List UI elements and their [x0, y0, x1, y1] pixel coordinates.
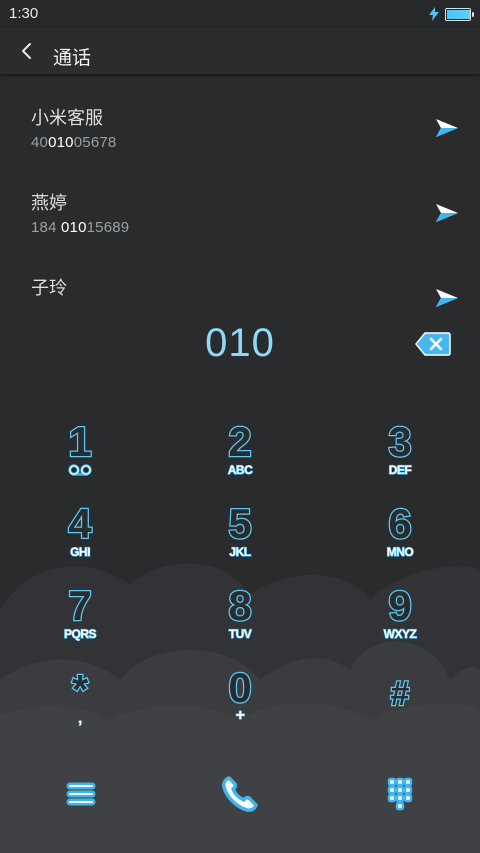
key-4[interactable]: 4 GHI — [0, 500, 160, 584]
key-digit: 1 — [67, 418, 93, 465]
contact-name: 子玲 — [31, 278, 67, 299]
key-letters: WXYZ — [383, 626, 417, 641]
key-digit: 4 — [67, 500, 93, 547]
contact-item-0[interactable]: 小米客服 4001005678 — [0, 95, 480, 165]
bolt-icon — [429, 7, 439, 21]
key-letters: TUV — [228, 626, 252, 641]
key-letters: JKL — [229, 544, 252, 559]
key-letters: DEF — [388, 462, 412, 477]
key-letters: MNO — [386, 544, 414, 559]
contact-item-1[interactable]: 燕婷 184 01015689 — [0, 180, 480, 250]
battery-level — [447, 9, 470, 19]
contact-name: 燕婷 — [31, 193, 67, 214]
key-5[interactable]: 5 JKL — [160, 500, 320, 584]
key-digit: 0 — [227, 664, 253, 711]
send-icon[interactable] — [434, 115, 460, 141]
send-icon[interactable] — [434, 285, 460, 310]
contact-item-2[interactable]: 子玲 — [0, 265, 480, 310]
chevron-left-icon[interactable] — [18, 42, 36, 60]
key-6[interactable]: 6 MNO — [320, 500, 480, 584]
key-digit: 9 — [387, 582, 413, 629]
key-digit: * — [71, 666, 90, 713]
contact-suggestions: 小米客服 4001005678 燕婷 184 01015689 子玲 — [0, 95, 480, 310]
key-digit: 3 — [387, 418, 413, 465]
phone-icon[interactable] — [220, 774, 260, 814]
key-digit: # — [389, 674, 410, 715]
status-icons — [429, 6, 474, 22]
contact-number: 184 01015689 — [31, 219, 130, 236]
key-digit: 2 — [227, 418, 253, 465]
key-9[interactable]: 9 WXYZ — [320, 582, 480, 666]
key-2[interactable]: 2 ABC — [160, 418, 320, 502]
key-letters: ABC — [227, 462, 253, 477]
battery-icon — [445, 7, 474, 21]
key-digit: 6 — [387, 500, 413, 547]
app-header: 通话 — [0, 28, 480, 74]
page-title: 通话 — [53, 47, 92, 69]
backspace-icon[interactable] — [415, 331, 451, 357]
voicemail-icon — [68, 464, 92, 476]
contact-number: 4001005678 — [31, 134, 117, 151]
key-star[interactable]: * , — [0, 666, 160, 748]
key-0[interactable]: 0 + — [160, 664, 320, 748]
key-letters: GHI — [69, 544, 91, 559]
key-letters: , — [78, 710, 83, 726]
key-1[interactable]: 1 — [0, 418, 160, 502]
dialer-screen: 1:30 通话 小米客服 4001005678 燕婷 1 8 4 01015689 … — [0, 0, 480, 853]
key-3[interactable]: 3 DEF — [320, 418, 480, 502]
menu-icon[interactable] — [61, 776, 101, 812]
key-8[interactable]: 8 TUV — [160, 582, 320, 666]
key-hash[interactable]: # — [320, 666, 480, 748]
key-digit: 7 — [67, 582, 93, 629]
key-digit: 5 — [227, 500, 253, 547]
dial-number-display[interactable]: 010 — [0, 321, 480, 366]
send-icon[interactable] — [434, 200, 460, 226]
status-time: 1:30 — [9, 5, 39, 22]
key-digit: 8 — [227, 582, 253, 629]
key-letters: + — [235, 707, 246, 724]
dialpad-icon[interactable] — [380, 776, 420, 812]
key-7[interactable]: 7 PQRS — [0, 582, 160, 666]
status-bar: 1:30 — [0, 0, 480, 28]
contact-name: 小米客服 — [31, 108, 103, 129]
key-letters: PQRS — [63, 626, 97, 641]
